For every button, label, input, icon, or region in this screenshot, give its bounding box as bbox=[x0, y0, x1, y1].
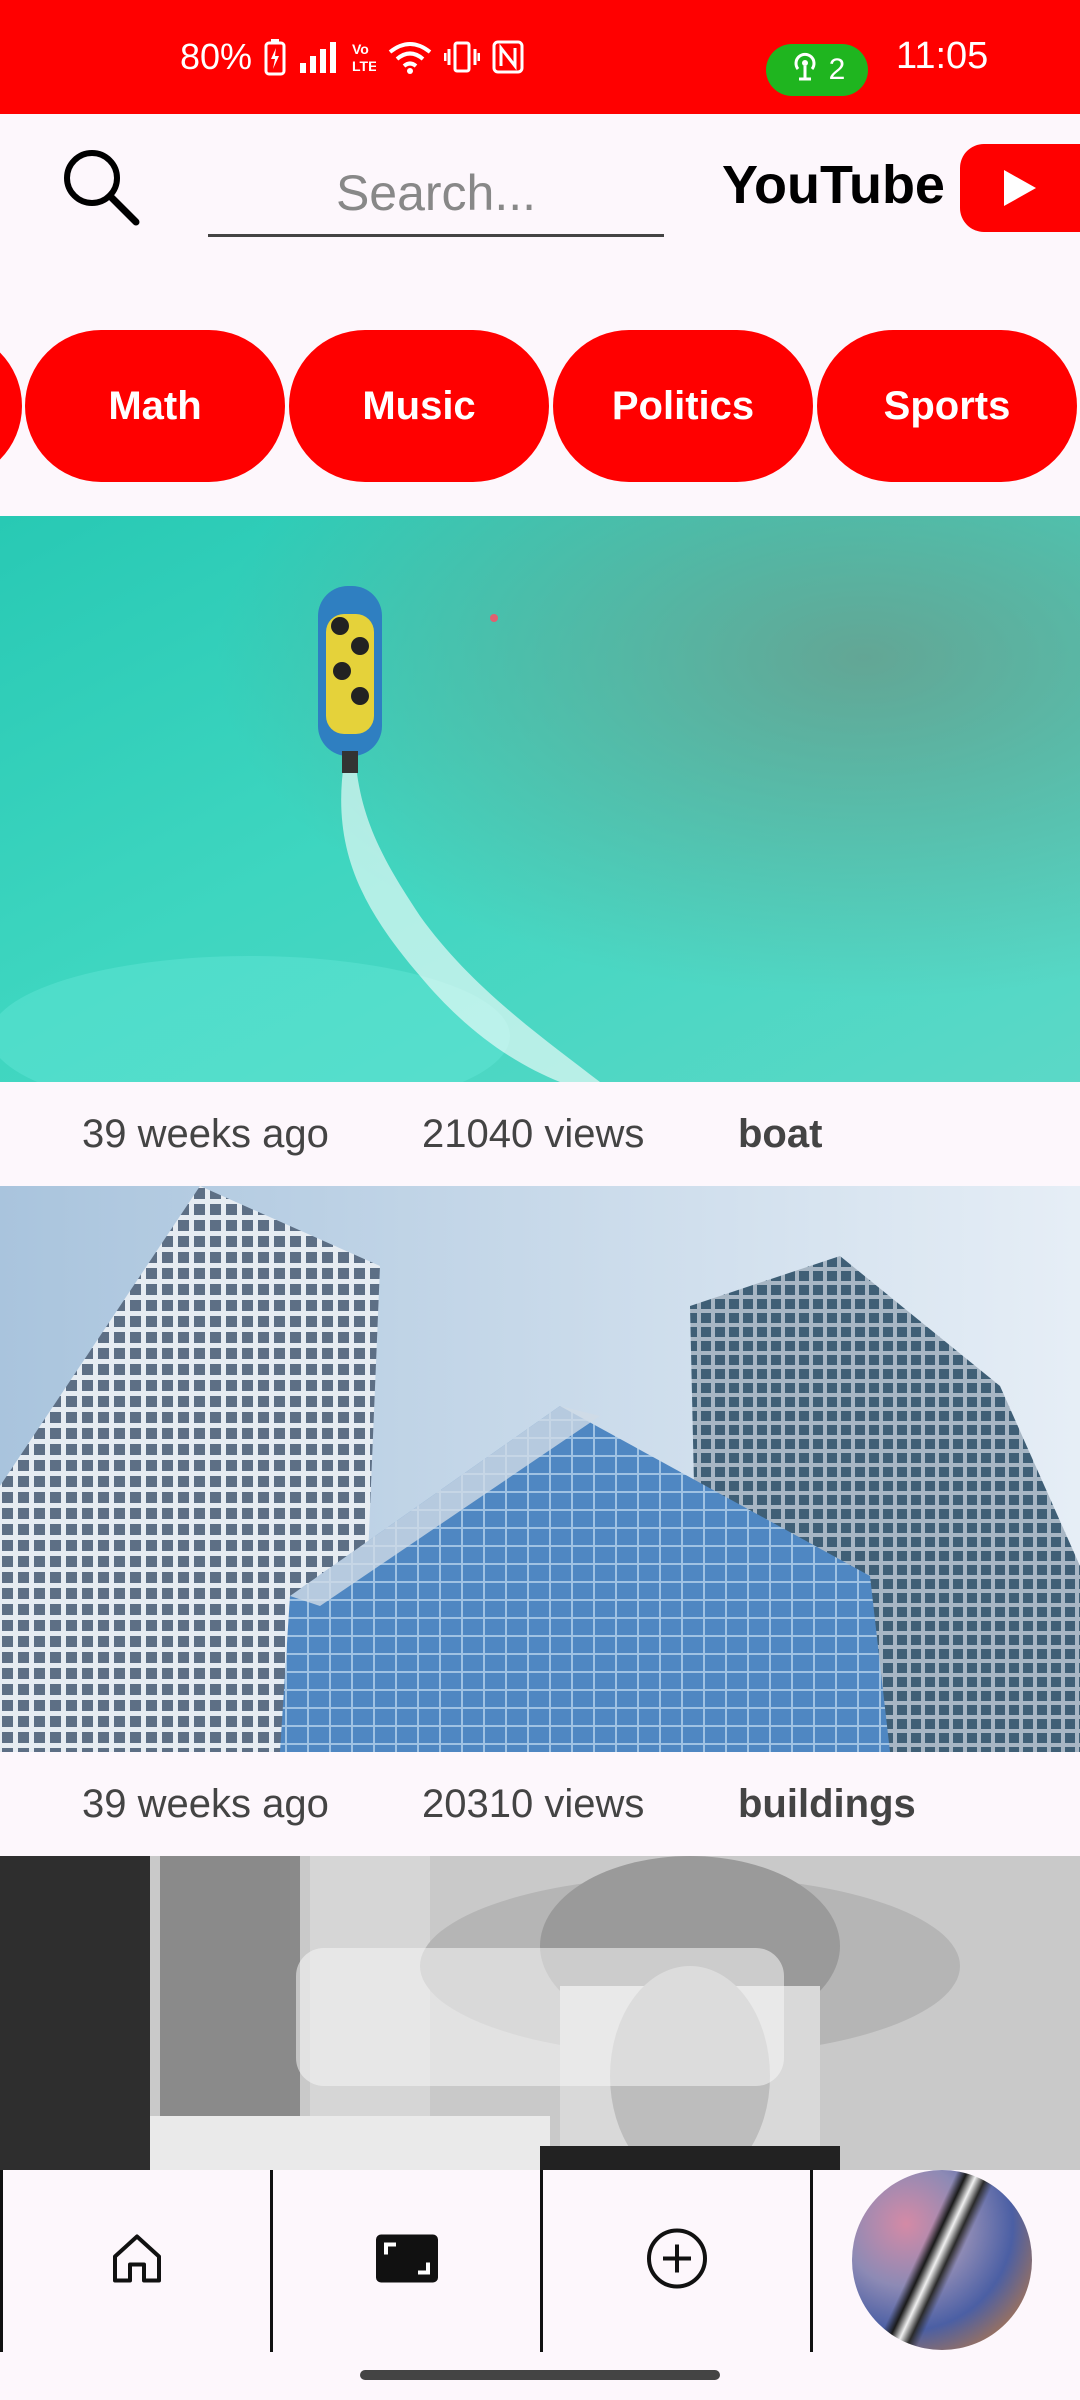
search-input[interactable] bbox=[208, 152, 664, 237]
svg-text:Vo: Vo bbox=[352, 41, 369, 57]
buildings-thumbnail-image bbox=[0, 1186, 1080, 1752]
category-chips: Math Music Politics Sports bbox=[0, 330, 1080, 484]
home-icon bbox=[109, 2231, 165, 2292]
hotspot-count: 2 bbox=[828, 53, 846, 86]
nfc-icon bbox=[492, 40, 524, 74]
video-meta-row: 39 weeks ago 21040 views boat bbox=[0, 1082, 1080, 1186]
video-thumbnail[interactable] bbox=[0, 1186, 1080, 1752]
nav-create[interactable] bbox=[540, 2170, 811, 2352]
video-views: 20310 views bbox=[422, 1782, 645, 1826]
video-title[interactable]: buildings bbox=[738, 1752, 916, 1856]
video-title[interactable]: boat bbox=[738, 1082, 822, 1186]
clock: 11:05 bbox=[896, 35, 989, 77]
brand-title: YouTube bbox=[722, 155, 945, 215]
woman-hat-thumbnail-image bbox=[0, 1856, 1080, 2170]
fullscreen-icon bbox=[376, 2234, 438, 2288]
svg-text:LTE: LTE bbox=[352, 58, 376, 74]
video-thumbnail[interactable] bbox=[0, 516, 1080, 1082]
hotspot-icon bbox=[789, 51, 821, 89]
search-icon[interactable] bbox=[58, 144, 142, 228]
boat-thumbnail-image bbox=[0, 516, 1080, 1082]
video-meta-row: 39 weeks ago 20310 views buildings bbox=[0, 1752, 1080, 1856]
battery-percentage: 80% bbox=[180, 36, 253, 77]
status-bar: 80% Vo LTE 2 11:05 bbox=[0, 0, 1080, 114]
profile-avatar[interactable] bbox=[852, 2170, 1032, 2350]
category-chip-music[interactable]: Music bbox=[289, 330, 549, 482]
video-age: 39 weeks ago bbox=[82, 1112, 329, 1156]
nav-home[interactable] bbox=[0, 2170, 271, 2352]
volte-icon: Vo LTE bbox=[350, 40, 376, 74]
gesture-home-bar[interactable] bbox=[360, 2370, 720, 2380]
category-chip-partial[interactable] bbox=[0, 330, 22, 482]
hotspot-indicator: 2 bbox=[766, 44, 868, 96]
nav-shorts[interactable] bbox=[270, 2170, 541, 2352]
category-chip-sports[interactable]: Sports bbox=[817, 330, 1077, 482]
add-icon bbox=[645, 2227, 709, 2296]
signal-icon bbox=[298, 41, 338, 73]
vibrate-icon bbox=[444, 40, 481, 74]
loading-placeholder bbox=[296, 1948, 784, 2086]
status-icons: 80% Vo LTE bbox=[180, 0, 524, 114]
youtube-logo-icon bbox=[960, 144, 1080, 232]
video-age: 39 weeks ago bbox=[82, 1782, 329, 1826]
video-thumbnail[interactable] bbox=[0, 1856, 1080, 2170]
video-views: 21040 views bbox=[422, 1112, 645, 1156]
battery-charging-icon bbox=[264, 38, 286, 76]
app-header: YouTube bbox=[0, 114, 1080, 284]
category-chip-math[interactable]: Math bbox=[25, 330, 285, 482]
category-chip-politics[interactable]: Politics bbox=[553, 330, 813, 482]
wifi-icon bbox=[388, 40, 432, 74]
